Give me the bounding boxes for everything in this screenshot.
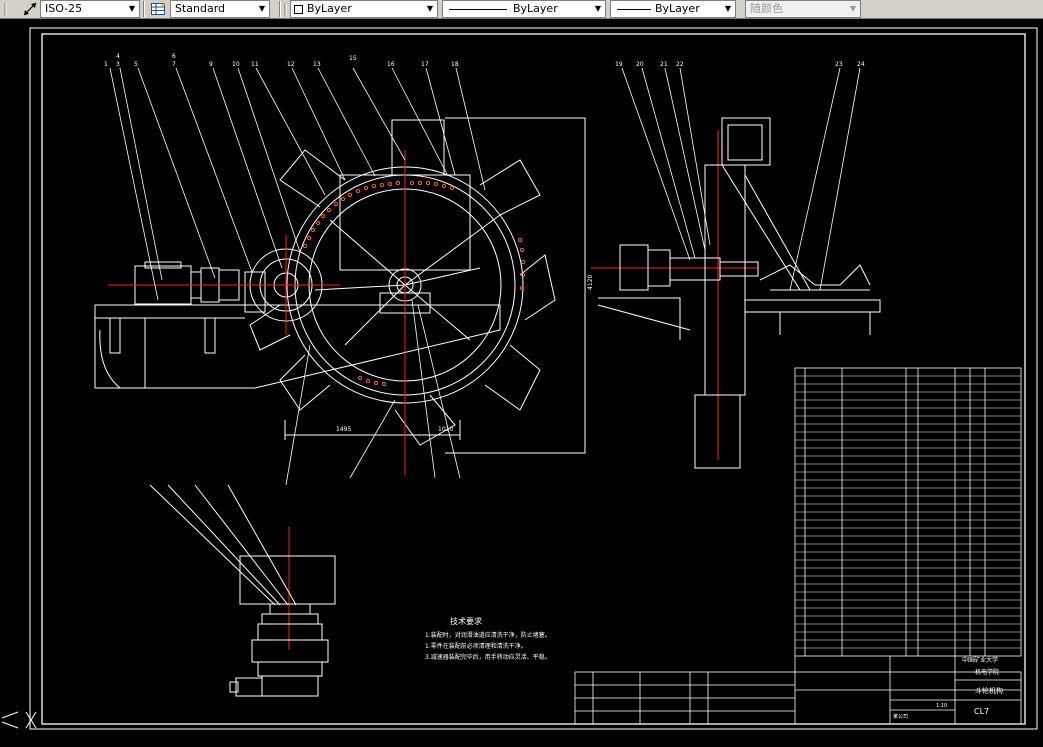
svg-text:15: 15 — [349, 55, 357, 62]
side-view-leaders — [621, 67, 861, 291]
svg-text:机电学院: 机电学院 — [975, 668, 999, 676]
dimension-1010: 1010 — [438, 426, 453, 433]
part-number-labels: 1 43 5 67 9 10 11 12 13 15 16 17 18 — [104, 53, 459, 68]
lineweight-control-value: ByLayer — [655, 2, 700, 15]
svg-text:17: 17 — [421, 61, 429, 68]
side-view — [597, 117, 881, 469]
svg-text:4: 4 — [116, 53, 120, 60]
chevron-down-icon: ▼ — [594, 4, 602, 13]
toolbar-grip-icon — [2, 1, 18, 17]
chevron-down-icon: ▼ — [258, 4, 266, 13]
svg-text:1:10: 1:10 — [936, 703, 947, 709]
svg-text:22: 22 — [676, 61, 684, 68]
dimension-style-dropdown[interactable]: ISO-25 ▼ — [40, 0, 140, 18]
table-style-icon[interactable] — [150, 1, 166, 17]
svg-text:CL7: CL7 — [974, 707, 989, 716]
title-block-text: 中国矿业大学 机电学院 斗轮机构 CL7 1:10 某公司 — [893, 656, 1003, 720]
svg-text:7: 7 — [172, 61, 176, 68]
lineweight-sample-line — [617, 9, 651, 10]
svg-text:18: 18 — [451, 61, 459, 68]
drawing-canvas[interactable]: 1 43 5 67 9 10 11 12 13 15 16 17 18 1495 1010 41… — [0, 19, 1043, 743]
svg-text:24: 24 — [857, 61, 865, 68]
color-control-value: ByLayer — [307, 2, 352, 15]
svg-text:3: 3 — [116, 61, 120, 68]
wheel-bolt-holes — [302, 180, 526, 387]
side-view-labels: 19 20 21 22 23 24 — [615, 61, 865, 68]
title-block — [574, 656, 1022, 725]
svg-text:斗轮机构: 斗轮机构 — [975, 686, 1003, 695]
table-style-value: Standard — [175, 2, 226, 15]
drawing-inner-frame — [41, 33, 1026, 725]
svg-text:20: 20 — [636, 61, 644, 68]
plot-style-dropdown: 随颜色 ▼ — [745, 0, 861, 18]
chevron-down-icon: ▼ — [724, 4, 732, 13]
svg-text:12: 12 — [287, 61, 295, 68]
dimension-4120: 4120 — [587, 275, 594, 290]
bom-table-rows — [795, 375, 1021, 649]
svg-text:技术要求: 技术要求 — [450, 616, 482, 626]
detail-view — [149, 484, 336, 697]
dimension-1495: 1495 — [336, 426, 351, 433]
svg-text:13: 13 — [313, 61, 321, 68]
svg-text:23: 23 — [835, 61, 843, 68]
svg-text:3.减速器装配完毕后，用手转动应灵活、平稳。: 3.减速器装配完毕后，用手转动应灵活、平稳。 — [425, 653, 551, 661]
svg-text:5: 5 — [134, 61, 138, 68]
dimension-style-value: ISO-25 — [45, 2, 83, 15]
color-control-dropdown[interactable]: ByLayer ▼ — [290, 0, 438, 18]
svg-text:19: 19 — [615, 61, 623, 68]
svg-text:中国矿业大学: 中国矿业大学 — [962, 656, 998, 664]
part-leader-lines — [109, 67, 486, 486]
technical-requirements-notes: 技术要求 1.装配时，对润滑油道应清洗干净，防止堵塞。 1.零件在装配前必须清理… — [425, 616, 551, 661]
lineweight-control-dropdown[interactable]: ByLayer ▼ — [610, 0, 736, 18]
chevron-down-icon: ▼ — [426, 4, 434, 13]
ucs-icon — [1, 711, 37, 729]
svg-text:10: 10 — [232, 61, 240, 68]
svg-text:9: 9 — [209, 61, 213, 68]
svg-text:某公司: 某公司 — [893, 714, 908, 720]
properties-toolbar: ISO-25 ▼ Standard ▼ ByLayer ▼ ByLayer ▼ … — [0, 0, 1043, 19]
chevron-down-icon: ▼ — [128, 4, 136, 13]
svg-text:21: 21 — [660, 61, 668, 68]
svg-text:1.装配时，对润滑油道应清洗干净，防止堵塞。: 1.装配时，对润滑油道应清洗干净，防止堵塞。 — [425, 631, 551, 639]
linetype-control-value: ByLayer — [513, 2, 558, 15]
dimension-style-icon[interactable] — [22, 1, 38, 17]
svg-text:1: 1 — [104, 61, 108, 68]
svg-text:1.零件在装配前必须清理和清洗干净。: 1.零件在装配前必须清理和清洗干净。 — [425, 642, 527, 650]
linetype-sample-line — [449, 9, 507, 10]
centerlines — [108, 130, 758, 650]
table-style-dropdown[interactable]: Standard ▼ — [170, 0, 270, 18]
plot-style-value: 随颜色 — [750, 2, 783, 15]
linetype-control-dropdown[interactable]: ByLayer ▼ — [442, 0, 606, 18]
svg-text:6: 6 — [172, 53, 176, 60]
chevron-down-icon: ▼ — [849, 4, 857, 13]
svg-text:16: 16 — [387, 61, 395, 68]
svg-text:11: 11 — [251, 61, 259, 68]
